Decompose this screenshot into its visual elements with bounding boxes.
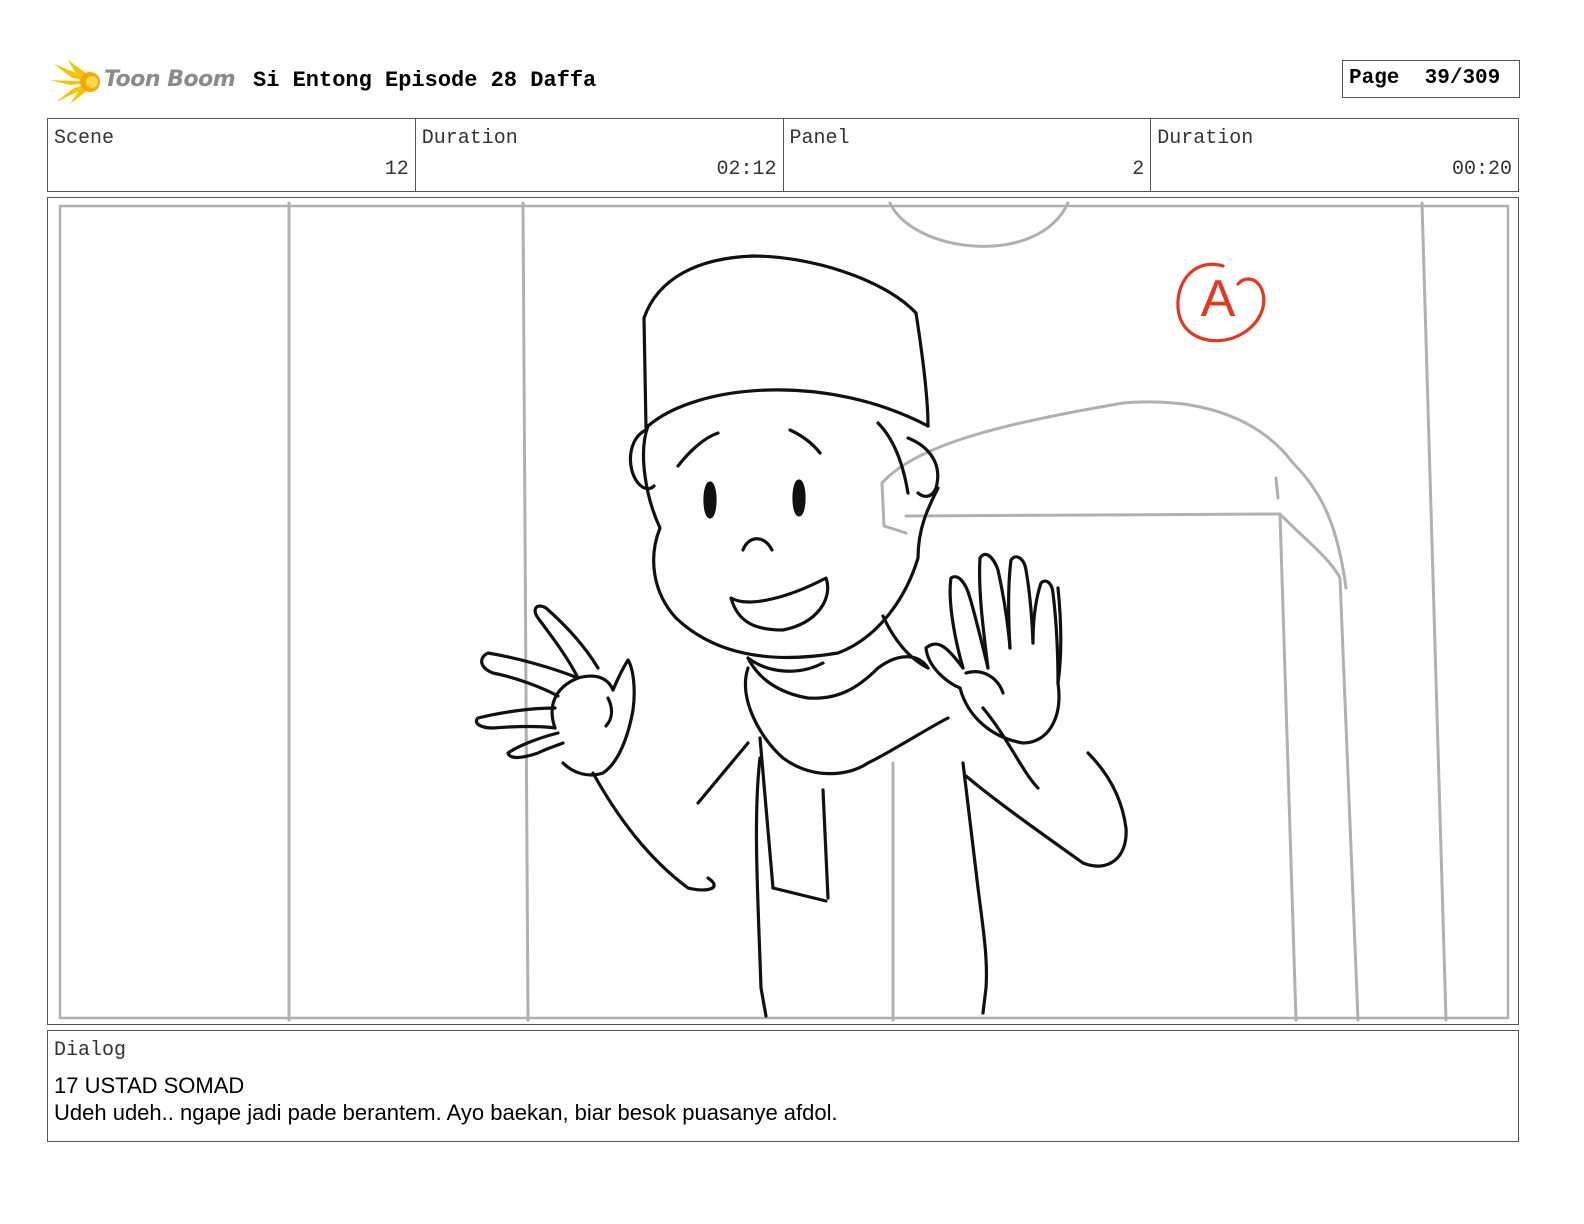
panel-value: 2: [1132, 158, 1145, 181]
panel-cell: Panel 2: [784, 119, 1152, 191]
page-label: Page: [1349, 67, 1400, 90]
scene-duration-value: 02:12: [716, 158, 777, 181]
dialog-line: Udeh udeh.. ngape jadi pade berantem. Ay…: [54, 1100, 838, 1125]
scene-duration-label: Duration: [421, 127, 518, 150]
scene-cell: Scene 12: [48, 119, 416, 191]
page-indicator: Page 39/309: [1342, 60, 1520, 98]
panel-duration-label: Duration: [1157, 127, 1254, 150]
document-title: Si Entong Episode 28 Daffa: [253, 68, 597, 93]
dialog-speaker: 17 USTAD SOMAD: [54, 1073, 245, 1098]
background-sketch: [58, 201, 1510, 1022]
shot-marker-label: A: [1201, 270, 1236, 328]
dialog-box: Dialog 17 USTAD SOMAD Udeh udeh.. ngape …: [47, 1030, 1519, 1142]
panel-duration-value: 00:20: [1451, 158, 1512, 181]
storyboard-panel: A: [47, 197, 1519, 1025]
storyboard-header: Toon Boom Si Entong Episode 28 Daffa Pag…: [50, 56, 1520, 106]
scene-label: Scene: [54, 127, 115, 150]
panel-duration-cell: Duration 00:20: [1151, 119, 1518, 191]
flame-icon: [50, 60, 100, 104]
panel-info-table: Scene 12 Duration 02:12 Panel 2 Duration…: [47, 118, 1519, 192]
scene-value: 12: [384, 158, 409, 181]
character-sketch: [474, 254, 1128, 1018]
toon-boom-logo: Toon Boom: [50, 58, 240, 106]
scene-duration-cell: Duration 02:12: [416, 119, 784, 191]
logo-text: Toon Boom: [104, 67, 236, 92]
dialog-label: Dialog: [54, 1039, 127, 1062]
sketch-drawing: A: [58, 201, 1510, 1022]
page-number: 39/309: [1424, 67, 1501, 90]
panel-label: Panel: [789, 127, 850, 150]
